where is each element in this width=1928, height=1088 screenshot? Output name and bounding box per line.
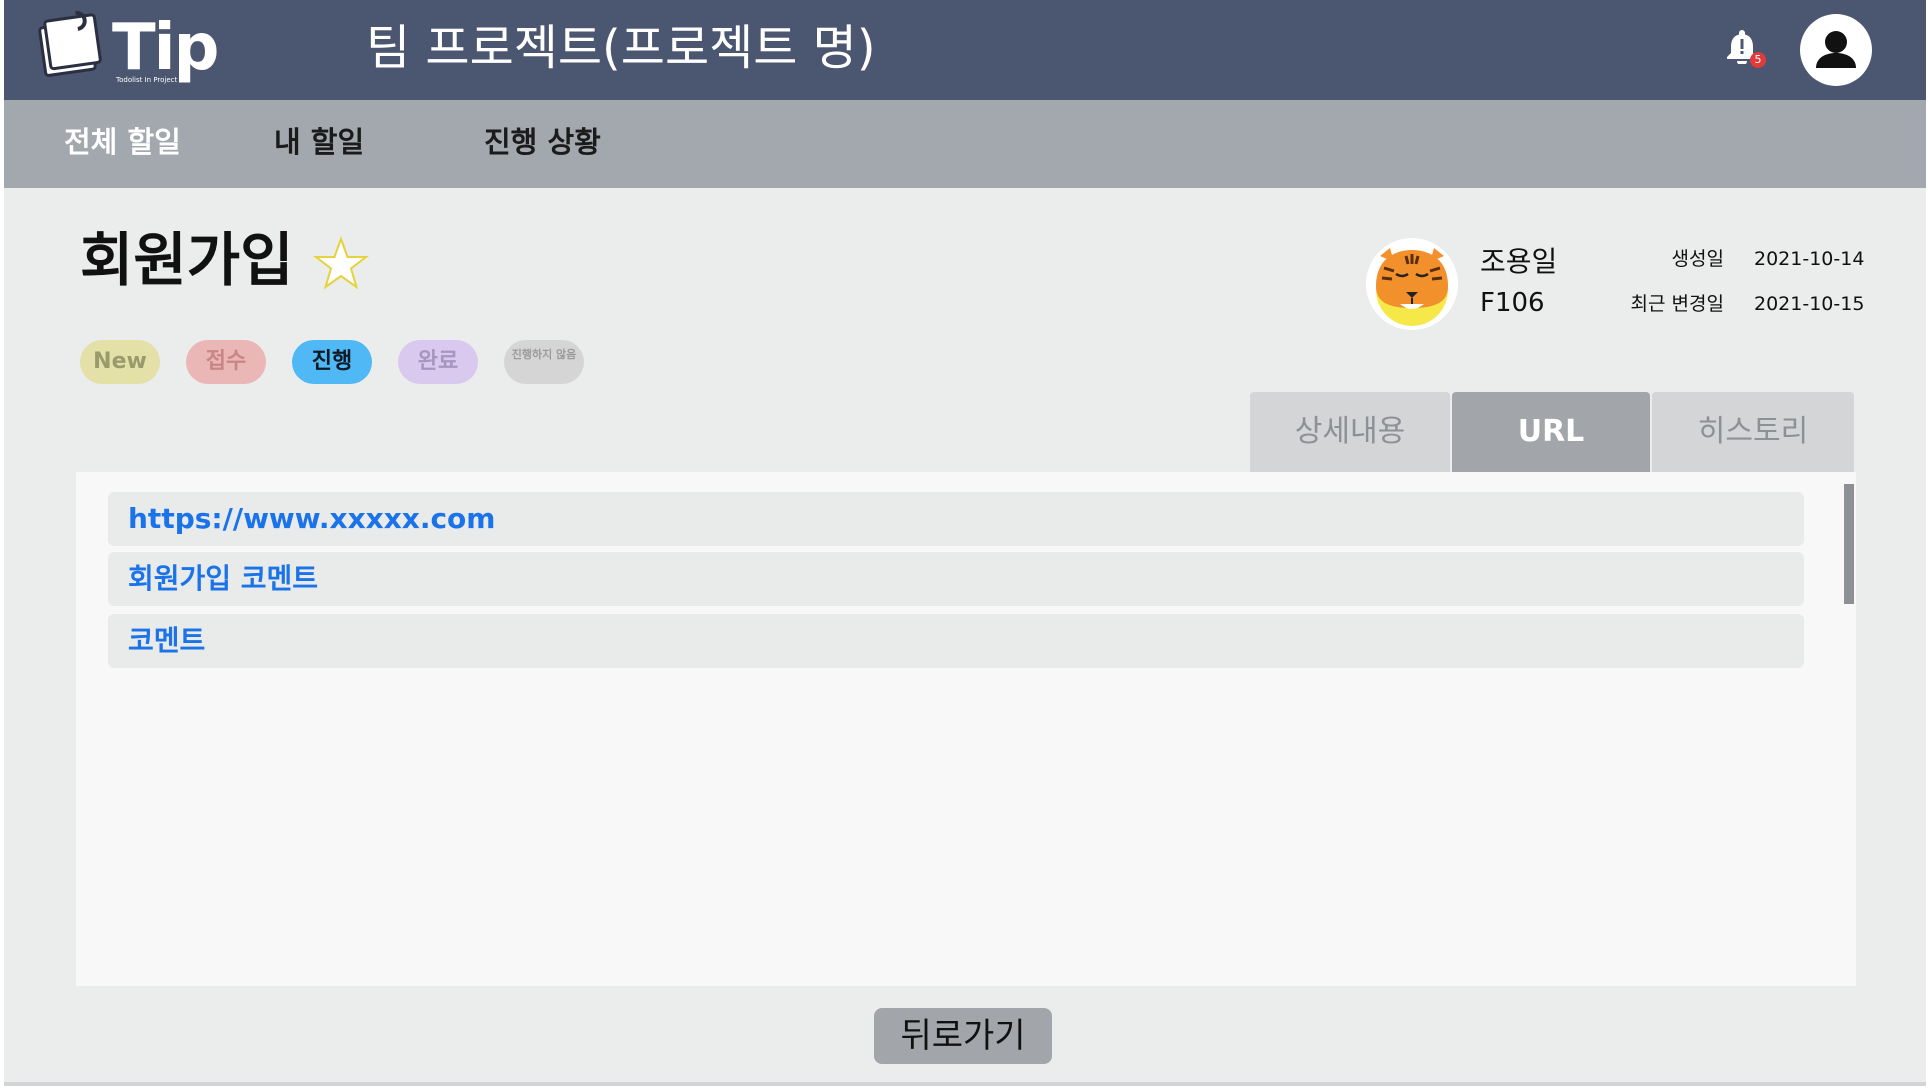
user-icon bbox=[1816, 31, 1856, 68]
status-received[interactable]: 접수 bbox=[186, 340, 266, 384]
favorite-star-icon[interactable] bbox=[312, 236, 370, 294]
logo-text: Tip bbox=[112, 11, 219, 85]
created-date: 2021-10-14 bbox=[1754, 248, 1865, 270]
url-link[interactable]: https://www.xxxxx.com bbox=[128, 492, 495, 546]
assignee-room: F106 bbox=[1480, 288, 1545, 318]
url-link[interactable]: 회원가입 코멘트 bbox=[128, 552, 318, 606]
modified-date: 2021-10-15 bbox=[1754, 293, 1865, 315]
tiger-face-icon bbox=[1366, 238, 1458, 330]
tab-details[interactable]: 상세내용 bbox=[1250, 392, 1450, 472]
nav-progress[interactable]: 진행 상황 bbox=[484, 122, 601, 162]
clipboard-icon bbox=[38, 11, 102, 77]
logo-subtitle: Todolist In Project bbox=[116, 76, 178, 84]
nav-my-todos[interactable]: 내 할일 bbox=[274, 122, 364, 162]
back-button[interactable]: 뒤로가기 bbox=[874, 1008, 1052, 1064]
status-done[interactable]: 완료 bbox=[398, 340, 478, 384]
url-list-item[interactable]: 회원가입 코멘트 bbox=[108, 552, 1804, 606]
assignee-name: 조용일 bbox=[1480, 245, 1558, 278]
url-list-item[interactable]: 코멘트 bbox=[108, 614, 1804, 668]
app-window: Tip Todolist In Project 팀 프로젝트(프로젝트 명) 5… bbox=[4, 0, 1926, 1086]
top-header: Tip Todolist In Project 팀 프로젝트(프로젝트 명) 5 bbox=[4, 0, 1926, 100]
main-nav: 전체 할일 내 할일 진행 상황 bbox=[4, 100, 1926, 188]
url-panel: https://www.xxxxx.com 회원가입 코멘트 코멘트 bbox=[76, 472, 1856, 986]
user-avatar-button[interactable] bbox=[1800, 14, 1872, 86]
status-new[interactable]: New bbox=[80, 340, 160, 384]
nav-all-todos[interactable]: 전체 할일 bbox=[64, 122, 181, 162]
notification-badge: 5 bbox=[1750, 52, 1766, 68]
status-in-progress[interactable]: 진행 bbox=[292, 340, 372, 384]
status-not-in-progress[interactable]: 진행하지 않음 bbox=[504, 340, 584, 384]
bottom-divider bbox=[4, 1082, 1926, 1086]
panel-scrollbar[interactable] bbox=[1844, 484, 1854, 604]
notification-button[interactable]: 5 bbox=[1726, 28, 1766, 72]
url-link[interactable]: 코멘트 bbox=[128, 614, 205, 668]
assignee-avatar bbox=[1366, 238, 1458, 330]
app-logo[interactable]: Tip Todolist In Project bbox=[36, 10, 266, 90]
modified-label: 최근 변경일 bbox=[1630, 293, 1724, 315]
tab-history[interactable]: 히스토리 bbox=[1652, 392, 1854, 472]
project-title: 팀 프로젝트(프로젝트 명) bbox=[366, 20, 876, 76]
url-list-item[interactable]: https://www.xxxxx.com bbox=[108, 492, 1804, 546]
tab-url[interactable]: URL bbox=[1452, 392, 1650, 472]
task-title: 회원가입 bbox=[80, 226, 294, 294]
created-label: 생성일 bbox=[1671, 248, 1724, 270]
